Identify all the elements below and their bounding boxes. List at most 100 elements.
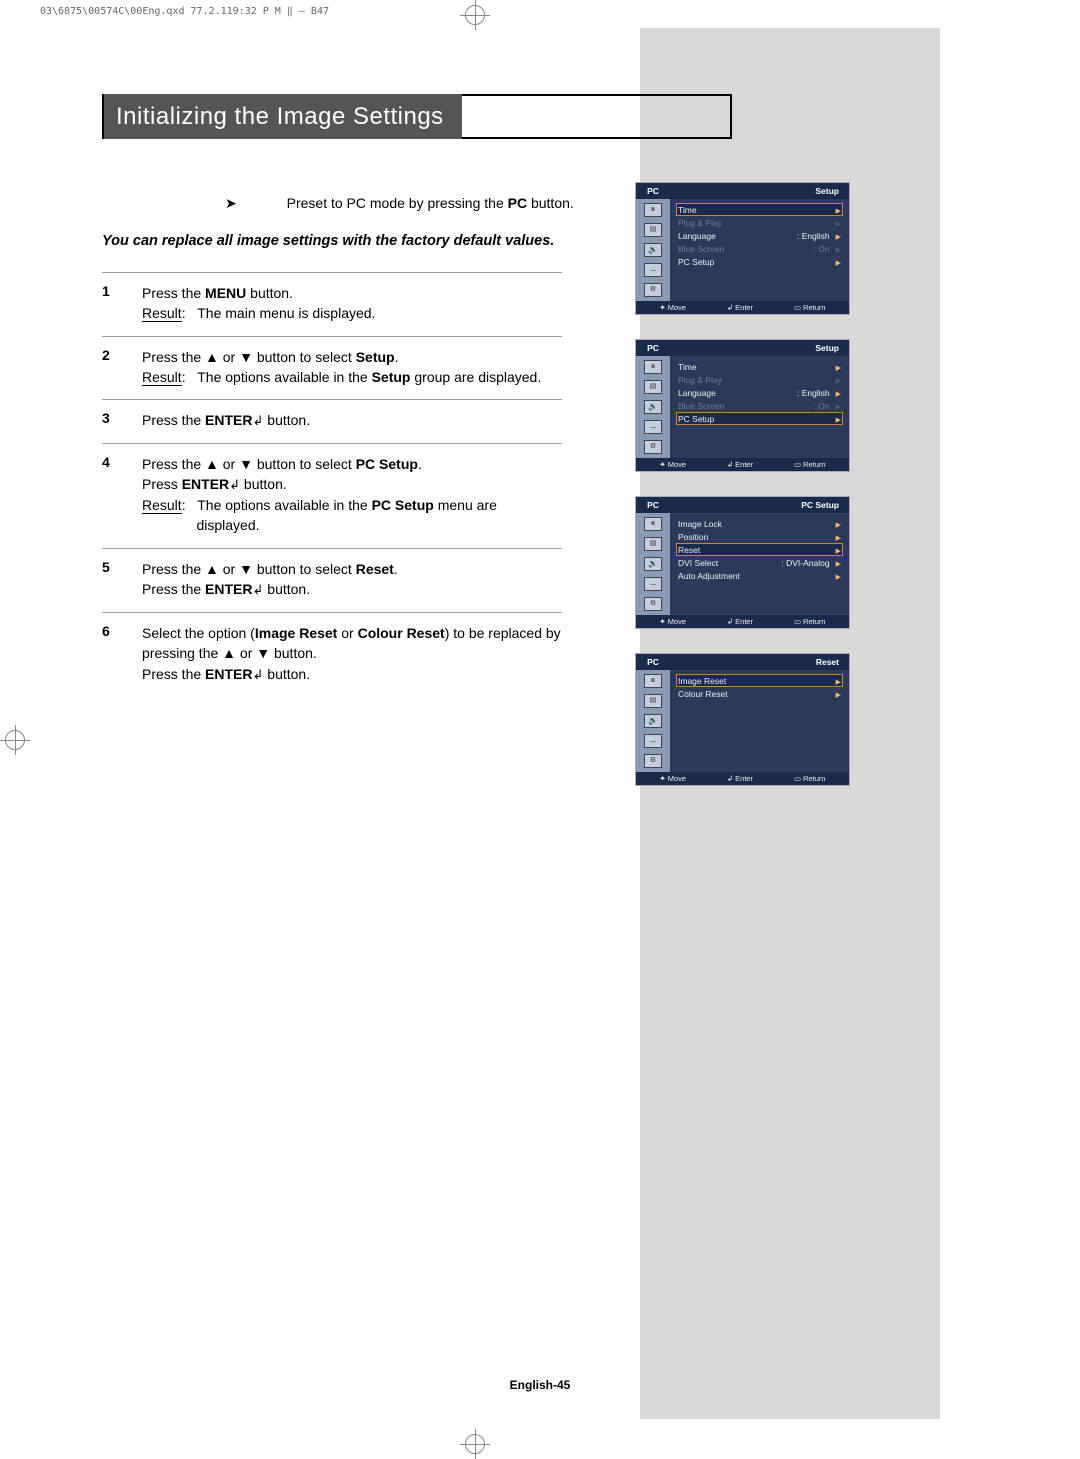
osd-enter-hint: Enter — [727, 774, 753, 783]
osd-screenshot-stack: PC Setup Time ▶ Plug & Play ▶ Language :… — [635, 182, 850, 810]
step: 6 Select the option (Image Reset or Colo… — [102, 612, 562, 696]
function-icon[interactable] — [644, 734, 662, 748]
page-footer: English-45 — [502, 1378, 579, 1392]
setup-icon[interactable] — [644, 754, 662, 768]
step-body: Press the ▲ or ▼ button to select Reset.… — [142, 559, 398, 600]
chevron-right-icon: ▶ — [836, 522, 841, 529]
chevron-right-icon: ▶ — [836, 404, 841, 411]
osd-menu-item[interactable]: Plug & Play ▶ — [676, 216, 843, 229]
osd-footer: Move Enter Return — [636, 301, 849, 314]
osd-menu-item[interactable]: PC Setup ▶ — [676, 412, 843, 425]
step: 4 Press the ▲ or ▼ button to select PC S… — [102, 443, 562, 548]
osd-return-hint: Return — [794, 774, 826, 783]
preset-prefix: Preset to PC mode by pressing the — [287, 195, 508, 211]
osd-menu-item[interactable]: DVI Select : DVI-Analog▶ — [676, 556, 843, 569]
file-info: 03\6875\00574C\00Eng.qxd 77.2.119:32 P M… — [40, 6, 329, 17]
tv-icon[interactable] — [644, 203, 662, 217]
osd-menu-item[interactable]: Blue Screen : On▶ — [676, 242, 843, 255]
picture-icon[interactable] — [644, 694, 662, 708]
title-bar: Initializing the Image Settings — [102, 94, 732, 139]
osd-menu-item[interactable]: Blue Screen : On▶ — [676, 399, 843, 412]
osd-menu-item[interactable]: Image Reset ▶ — [676, 674, 843, 687]
osd-footer: Move Enter Return — [636, 458, 849, 471]
chevron-right-icon: ▶ — [836, 417, 841, 424]
osd-item-label: Time — [678, 205, 697, 215]
picture-icon[interactable] — [644, 223, 662, 237]
chevron-right-icon: ▶ — [836, 365, 841, 372]
osd-menu-item[interactable]: Reset ▶ — [676, 543, 843, 556]
osd-enter-hint: Enter — [727, 460, 753, 469]
osd-mode-label: PC — [636, 654, 670, 670]
step-body: Select the option (Image Reset or Colour… — [142, 623, 562, 684]
osd-menu-list: Image Reset ▶ Colour Reset ▶ — [670, 670, 849, 772]
chevron-right-icon: ▶ — [836, 679, 841, 686]
osd-item-label: Plug & Play — [678, 375, 722, 385]
osd-title: Setup — [670, 340, 849, 356]
osd-screen: PC Setup Time ▶ Plug & Play ▶ Language :… — [635, 339, 850, 472]
chevron-right-icon: ▶ — [836, 234, 841, 241]
osd-menu-item[interactable]: Position ▶ — [676, 530, 843, 543]
osd-menu-item[interactable]: Time ▶ — [676, 203, 843, 216]
step-number: 2 — [102, 347, 142, 388]
osd-menu-item[interactable]: Image Lock ▶ — [676, 517, 843, 530]
osd-menu-item[interactable]: Plug & Play ▶ — [676, 373, 843, 386]
osd-menu-item[interactable]: Time ▶ — [676, 360, 843, 373]
chevron-right-icon: ▶ — [836, 391, 841, 398]
osd-item-label: Blue Screen — [678, 244, 724, 254]
chevron-right-icon: ▶ — [836, 692, 841, 699]
tv-icon[interactable] — [644, 360, 662, 374]
setup-icon[interactable] — [644, 440, 662, 454]
osd-enter-hint: Enter — [727, 303, 753, 312]
osd-move-hint: Move — [659, 617, 686, 626]
crop-circle-bottom — [465, 1434, 485, 1454]
step-body: Press the ▲ or ▼ button to select Setup.… — [142, 347, 541, 388]
osd-title: PC Setup — [670, 497, 849, 513]
step-number: 3 — [102, 410, 142, 431]
osd-menu-item[interactable]: Language : English ▶ — [676, 386, 843, 399]
osd-item-label: Language — [678, 388, 716, 398]
step: 2 Press the ▲ or ▼ button to select Setu… — [102, 336, 562, 400]
osd-menu-item[interactable]: Colour Reset ▶ — [676, 687, 843, 700]
osd-item-label: Auto Adjustment — [678, 571, 740, 581]
osd-screen: PC PC Setup Image Lock ▶ Position ▶ Rese… — [635, 496, 850, 629]
tv-icon[interactable] — [644, 674, 662, 688]
picture-icon[interactable] — [644, 537, 662, 551]
setup-icon[interactable] — [644, 283, 662, 297]
subtitle: You can replace all image settings with … — [102, 233, 554, 249]
setup-icon[interactable] — [644, 597, 662, 611]
osd-item-value: : On — [814, 401, 830, 411]
function-icon[interactable] — [644, 577, 662, 591]
osd-screen: PC Reset Image Reset ▶ Colour Reset ▶ Mo… — [635, 653, 850, 786]
step-number: 4 — [102, 454, 142, 536]
page-title: Initializing the Image Settings — [104, 94, 462, 139]
osd-icon-column — [636, 670, 670, 772]
osd-menu-item[interactable]: PC Setup ▶ — [676, 255, 843, 268]
crop-circle-top — [465, 5, 485, 25]
sound-icon[interactable] — [644, 714, 662, 728]
function-icon[interactable] — [644, 420, 662, 434]
sound-icon[interactable] — [644, 557, 662, 571]
chevron-right-icon: ▶ — [836, 378, 841, 385]
osd-menu-item[interactable]: Language : English▶ — [676, 229, 843, 242]
osd-mode-label: PC — [636, 183, 670, 199]
osd-title: Setup — [670, 183, 849, 199]
sound-icon[interactable] — [644, 243, 662, 257]
osd-item-label: Reset — [678, 545, 700, 555]
tv-icon[interactable] — [644, 517, 662, 531]
chevron-right-icon: ▶ — [836, 574, 841, 581]
osd-return-hint: Return — [794, 460, 826, 469]
osd-mode-label: PC — [636, 497, 670, 513]
osd-item-value: : English — [797, 388, 830, 398]
sound-icon[interactable] — [644, 400, 662, 414]
osd-item-label: Position — [678, 532, 708, 542]
crop-circle-left — [5, 730, 25, 750]
osd-icon-column — [636, 513, 670, 615]
osd-mode-label: PC — [636, 340, 670, 356]
osd-icon-column — [636, 199, 670, 301]
picture-icon[interactable] — [644, 380, 662, 394]
osd-menu-item[interactable]: Auto Adjustment ▶ — [676, 569, 843, 582]
step: 3 Press the ENTER↲ button. — [102, 399, 562, 443]
function-icon[interactable] — [644, 263, 662, 277]
osd-footer: Move Enter Return — [636, 615, 849, 628]
osd-item-label: Time — [678, 362, 697, 372]
